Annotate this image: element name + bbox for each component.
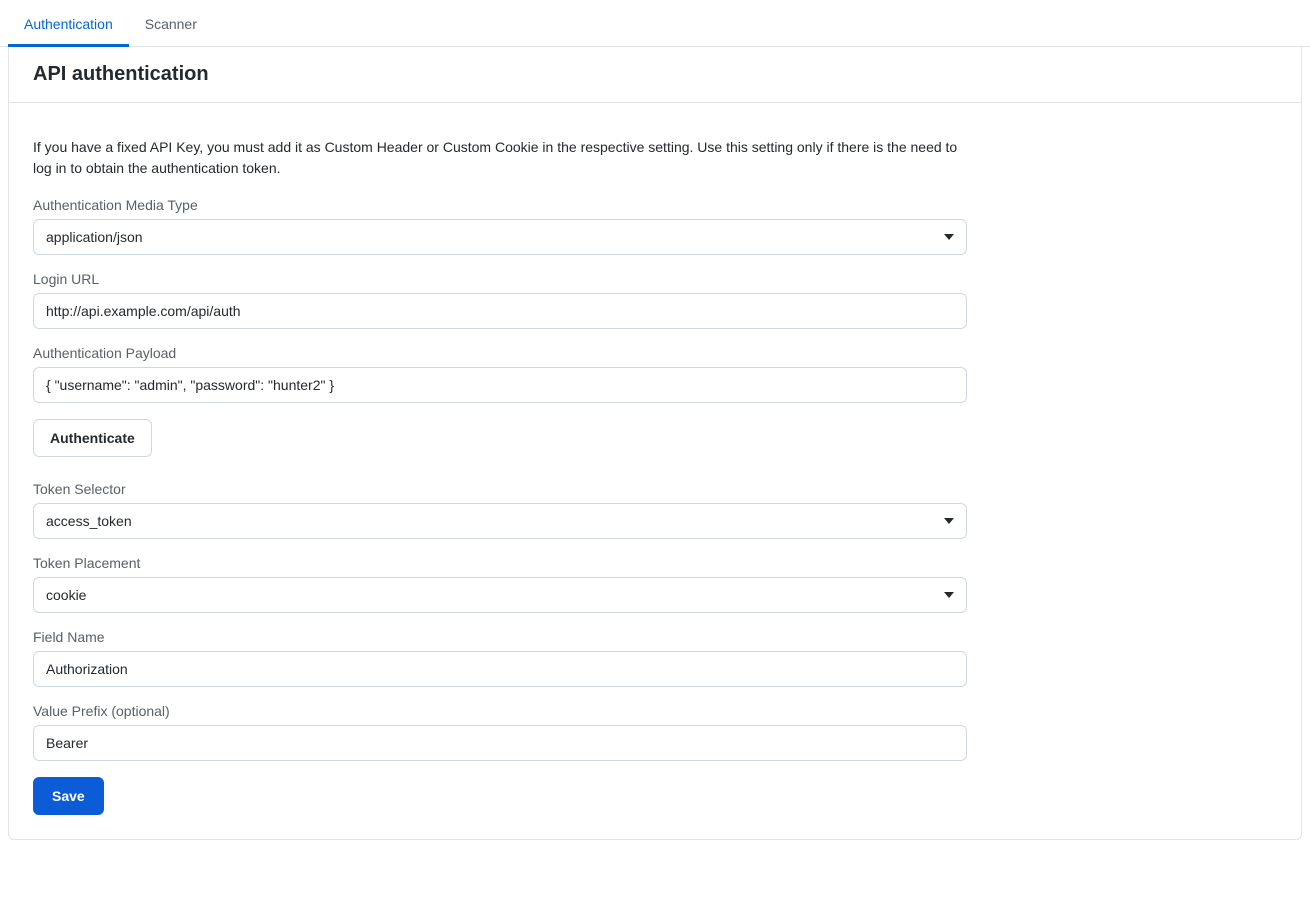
page-title: API authentication bbox=[33, 63, 1277, 86]
tab-scanner-label: Scanner bbox=[145, 16, 197, 32]
tab-scanner[interactable]: Scanner bbox=[129, 0, 213, 46]
form-group-token-placement: Token Placement cookie bbox=[33, 555, 967, 613]
tab-authentication[interactable]: Authentication bbox=[8, 0, 129, 46]
form-group-login-url: Login URL bbox=[33, 271, 967, 329]
label-field-name: Field Name bbox=[33, 629, 967, 645]
input-login-url[interactable] bbox=[33, 293, 967, 329]
label-token-placement: Token Placement bbox=[33, 555, 967, 571]
input-auth-payload[interactable] bbox=[33, 367, 967, 403]
authenticate-button[interactable]: Authenticate bbox=[33, 419, 152, 457]
select-auth-media-type[interactable]: application/json bbox=[33, 219, 967, 255]
label-value-prefix: Value Prefix (optional) bbox=[33, 703, 967, 719]
save-button[interactable]: Save bbox=[33, 777, 104, 815]
card-body: If you have a fixed API Key, you must ad… bbox=[9, 103, 1301, 839]
intro-text: If you have a fixed API Key, you must ad… bbox=[33, 137, 973, 179]
tabs-bar: Authentication Scanner bbox=[0, 0, 1310, 47]
form-group-field-name: Field Name bbox=[33, 629, 967, 687]
card-header: API authentication bbox=[9, 47, 1301, 103]
form-group-auth-media-type: Authentication Media Type application/js… bbox=[33, 197, 967, 255]
input-value-prefix[interactable] bbox=[33, 725, 967, 761]
form-group-token-selector: Token Selector access_token bbox=[33, 481, 967, 539]
tab-authentication-label: Authentication bbox=[24, 16, 113, 32]
form-group-value-prefix: Value Prefix (optional) bbox=[33, 703, 967, 761]
label-login-url: Login URL bbox=[33, 271, 967, 287]
select-value-token-selector: access_token bbox=[34, 504, 966, 538]
select-value-auth-media-type: application/json bbox=[34, 220, 966, 254]
authenticate-row: Authenticate bbox=[33, 419, 1277, 457]
input-field-name[interactable] bbox=[33, 651, 967, 687]
label-auth-media-type: Authentication Media Type bbox=[33, 197, 967, 213]
form-group-auth-payload: Authentication Payload bbox=[33, 345, 967, 403]
settings-card: API authentication If you have a fixed A… bbox=[8, 47, 1302, 840]
select-value-token-placement: cookie bbox=[34, 578, 966, 612]
select-token-placement[interactable]: cookie bbox=[33, 577, 967, 613]
label-token-selector: Token Selector bbox=[33, 481, 967, 497]
select-token-selector[interactable]: access_token bbox=[33, 503, 967, 539]
label-auth-payload: Authentication Payload bbox=[33, 345, 967, 361]
save-row: Save bbox=[33, 777, 1277, 815]
